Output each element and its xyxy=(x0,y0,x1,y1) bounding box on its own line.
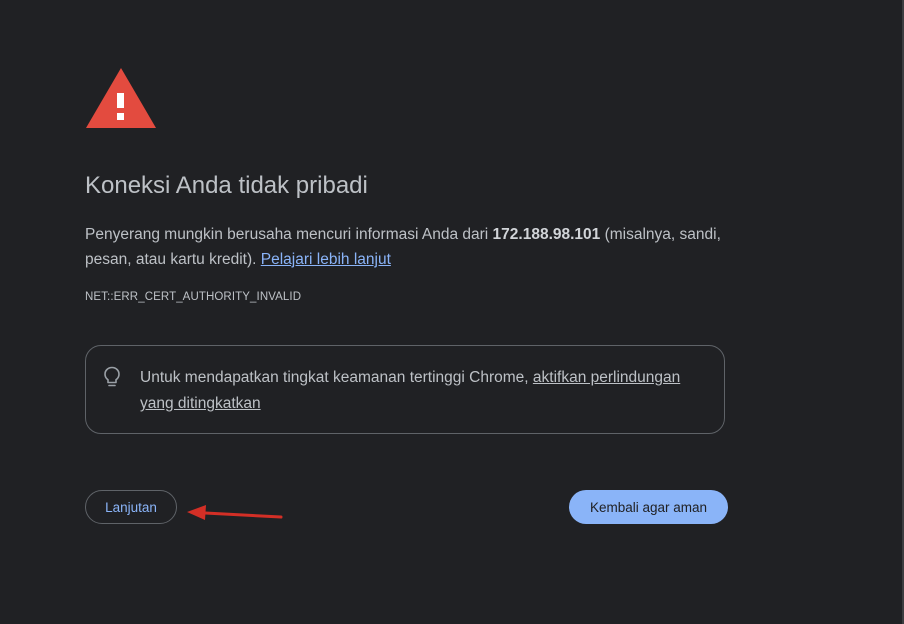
warning-triangle-icon xyxy=(86,68,156,128)
enhanced-protection-text: Untuk mendapatkan tingkat keamanan terti… xyxy=(140,365,700,417)
enhanced-protection-message: Untuk mendapatkan tingkat keamanan terti… xyxy=(140,369,533,386)
back-to-safety-button[interactable]: Kembali agar aman xyxy=(569,490,728,524)
enhanced-protection-card: Untuk mendapatkan tingkat keamanan terti… xyxy=(85,345,725,434)
advanced-button[interactable]: Lanjutan xyxy=(85,490,177,524)
page-title: Koneksi Anda tidak pribadi xyxy=(85,172,368,199)
error-code: NET::ERR_CERT_AUTHORITY_INVALID xyxy=(85,291,302,303)
red-arrow-icon xyxy=(187,505,283,520)
lightbulb-icon xyxy=(104,366,120,387)
error-description: Penyerang mungkin berusaha mencuri infor… xyxy=(85,222,735,272)
host-address: 172.188.98.101 xyxy=(492,226,601,243)
learn-more-link[interactable]: Pelajari lebih lanjut xyxy=(261,251,391,268)
description-text: Penyerang mungkin berusaha mencuri infor… xyxy=(85,226,493,243)
